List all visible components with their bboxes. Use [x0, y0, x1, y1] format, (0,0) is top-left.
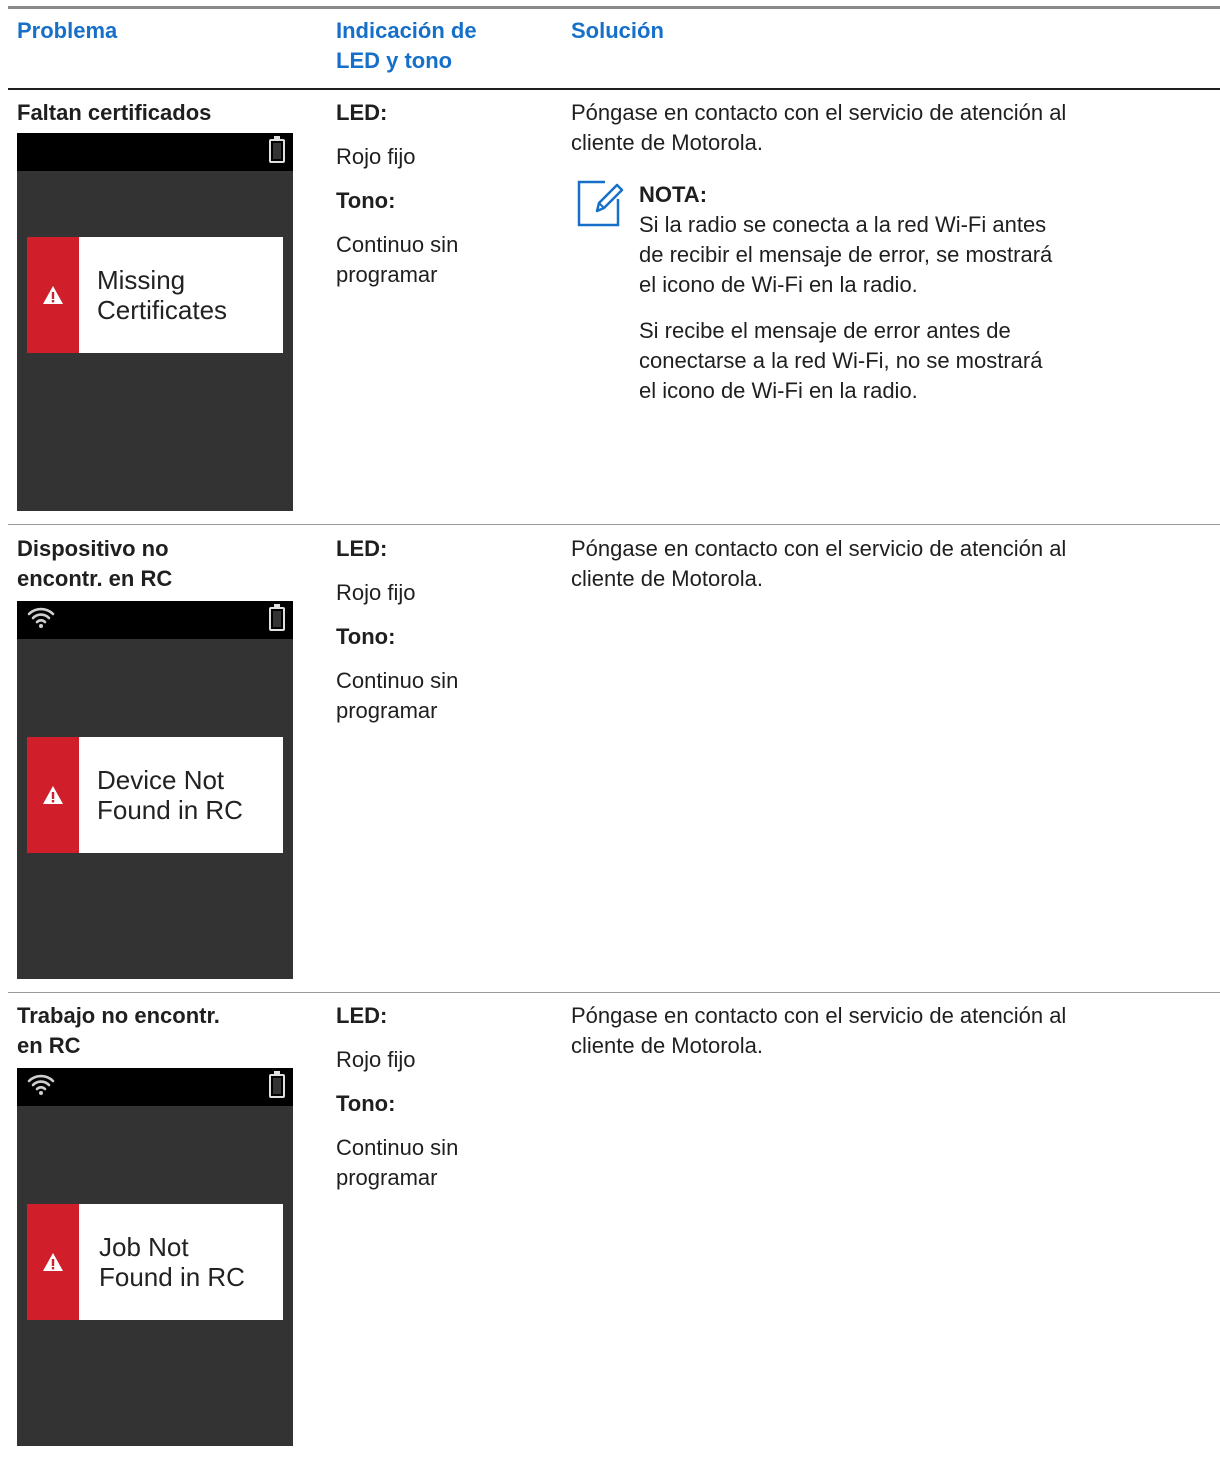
- header-rule: [8, 88, 1220, 90]
- led-label: LED:: [336, 536, 388, 561]
- row3-solution: Póngase en contacto con el servicio de a…: [571, 1003, 1067, 1058]
- battery-icon: [269, 136, 285, 163]
- led-label: LED:: [336, 1003, 388, 1028]
- error-popup: Missing Certificates: [27, 237, 283, 353]
- row2-problem: Dispositivo no encontr. en RC: [17, 536, 173, 591]
- wifi-icon: [27, 1074, 55, 1095]
- note-paragraph-1: Si la radio se conecta a la red Wi-Fi an…: [639, 212, 1053, 297]
- row3-indication: LED: Rojo fijo Tono: Continuo sin progra…: [336, 1001, 556, 1193]
- row1-radio-screen: Missing Certificates: [17, 133, 293, 511]
- row2-indication: LED: Rojo fijo Tono: Continuo sin progra…: [336, 534, 556, 726]
- header-problem: Problema: [17, 18, 118, 43]
- error-message: Missing Certificates: [97, 265, 228, 325]
- row1-indication: LED: Rojo fijo Tono: Continuo sin progra…: [336, 98, 556, 290]
- status-bar: [17, 601, 293, 639]
- warning-icon: [43, 286, 63, 304]
- alert-strip: [27, 737, 79, 853]
- error-message: Device Not Found in RC: [97, 765, 243, 825]
- warning-icon: [43, 786, 63, 804]
- battery-icon: [269, 604, 285, 631]
- wifi-icon: [27, 607, 55, 628]
- row2-radio-screen: Device Not Found in RC: [17, 601, 293, 979]
- tone-label: Tono:: [336, 1091, 396, 1116]
- note-paragraph-2: Si recibe el mensaje de error antes de c…: [639, 318, 1043, 403]
- tone-label: Tono:: [336, 188, 396, 213]
- tone-value: Continuo sin programar: [336, 1135, 459, 1190]
- error-message: Job Not Found in RC: [99, 1232, 245, 1292]
- row2-solution: Póngase en contacto con el servicio de a…: [571, 536, 1067, 591]
- row3-problem: Trabajo no encontr. en RC: [17, 1003, 220, 1058]
- alert-strip: [27, 237, 79, 353]
- tone-value: Continuo sin programar: [336, 232, 459, 287]
- status-bar: [17, 1068, 293, 1106]
- header-solution: Solución: [571, 18, 664, 43]
- row3-radio-screen: Job Not Found in RC: [17, 1068, 293, 1446]
- row1-problem: Faltan certificados: [17, 100, 212, 125]
- tone-label: Tono:: [336, 624, 396, 649]
- warning-icon: [43, 1253, 63, 1271]
- status-bar: [17, 133, 293, 171]
- header-indication: Indicación de LED y tono: [336, 18, 477, 73]
- row-divider: [8, 524, 1220, 525]
- led-label: LED:: [336, 100, 388, 125]
- note-title: NOTA:: [639, 182, 708, 207]
- table-top-rule: [8, 6, 1220, 9]
- note-icon: [575, 179, 625, 234]
- error-popup: Job Not Found in RC: [27, 1204, 283, 1320]
- row1-solution: Póngase en contacto con el servicio de a…: [571, 100, 1067, 155]
- alert-strip: [27, 1204, 79, 1320]
- led-value: Rojo fijo: [336, 1047, 416, 1072]
- error-popup: Device Not Found in RC: [27, 737, 283, 853]
- tone-value: Continuo sin programar: [336, 668, 459, 723]
- note-block: NOTA: Si la radio se conecta a la red Wi…: [639, 180, 1199, 406]
- led-value: Rojo fijo: [336, 144, 416, 169]
- row-divider: [8, 992, 1220, 993]
- battery-icon: [269, 1071, 285, 1098]
- led-value: Rojo fijo: [336, 580, 416, 605]
